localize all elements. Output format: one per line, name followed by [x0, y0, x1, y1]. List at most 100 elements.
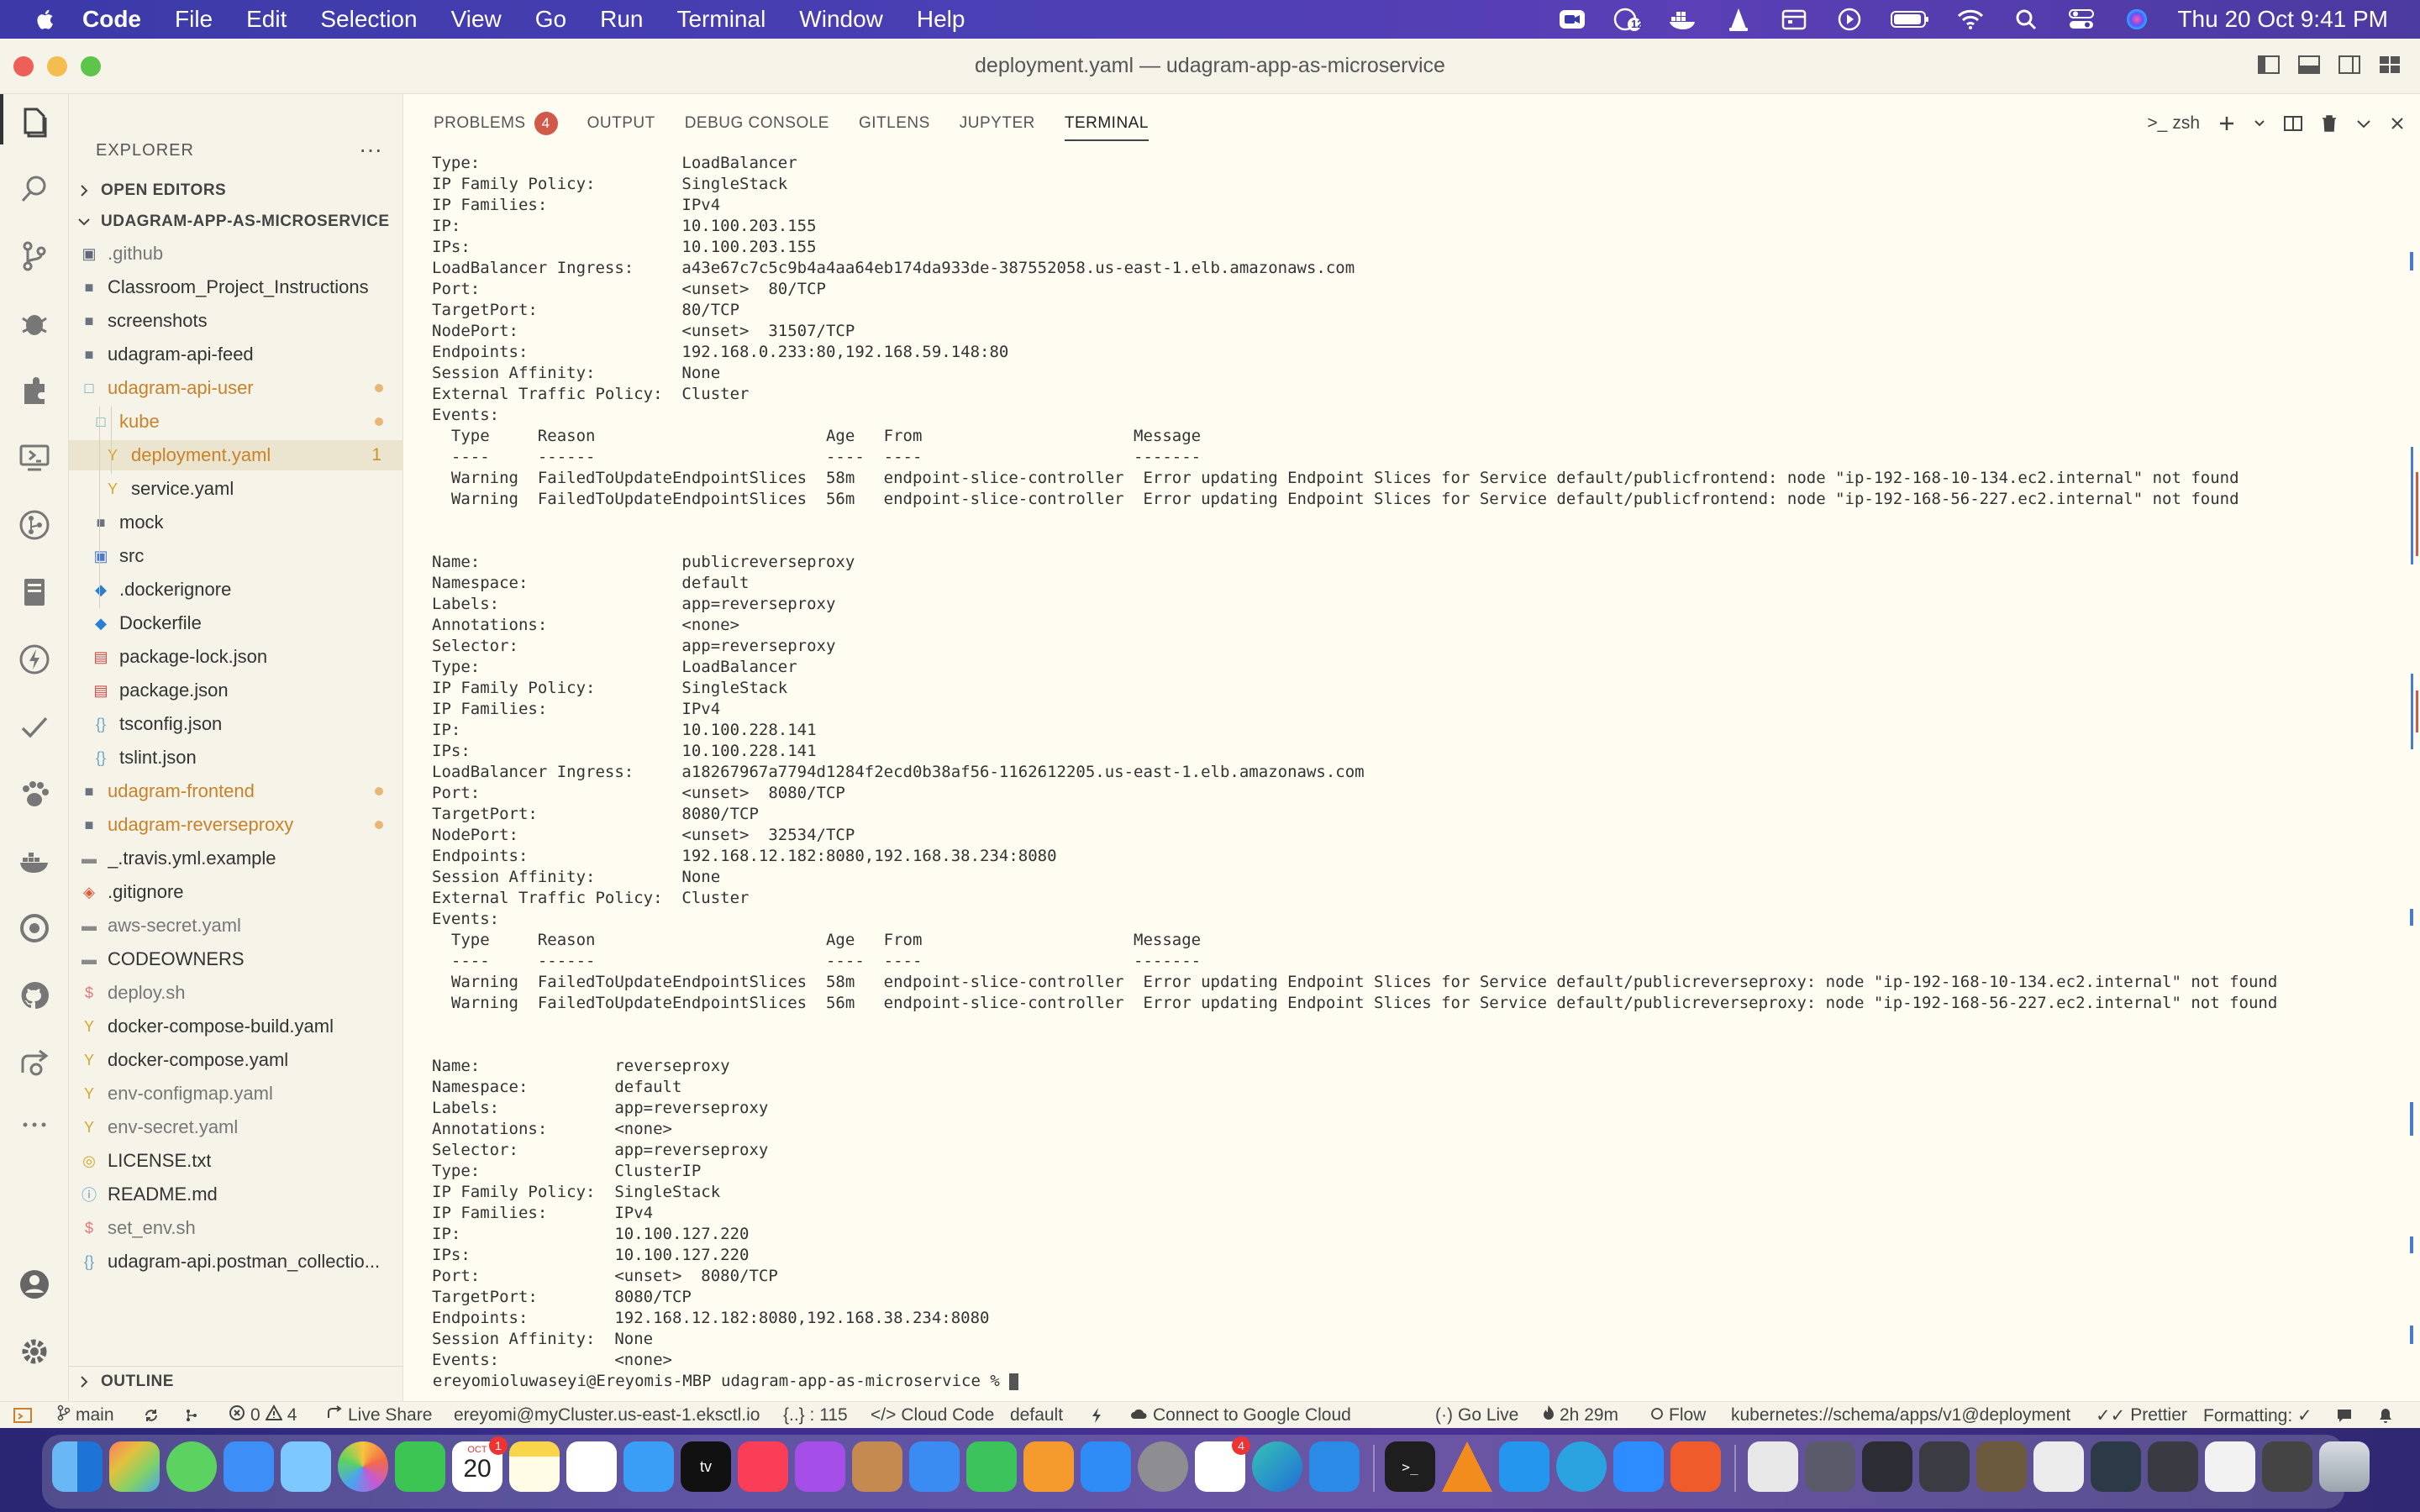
close-panel-icon[interactable]: [2390, 111, 2405, 136]
remote-indicator-icon[interactable]: [13, 1404, 32, 1426]
feedback-icon[interactable]: [2336, 1404, 2353, 1426]
photos-icon[interactable]: [338, 1441, 388, 1492]
calendar-tray-icon[interactable]: [1779, 7, 1809, 32]
edge-icon[interactable]: [1252, 1441, 1302, 1492]
file-tree-item[interactable]: ▣ src: [69, 541, 403, 571]
trash-icon[interactable]: [2319, 1441, 2370, 1492]
music-icon[interactable]: [738, 1441, 788, 1492]
file-tree-item[interactable]: ▬ _.travis.yml.example: [69, 843, 403, 874]
menu-window[interactable]: Window: [799, 6, 883, 33]
file-tree-item[interactable]: {} tsconfig.json: [69, 709, 403, 739]
kill-terminal-trash-icon[interactable]: [2321, 111, 2338, 136]
live-share-icon[interactable]: [17, 1045, 52, 1080]
terminal-shell-selector[interactable]: >_ zsh: [2147, 111, 2200, 136]
file-tree-item[interactable]: □ kube: [69, 407, 403, 437]
document-stack-icon[interactable]: [1748, 1441, 1798, 1492]
jupyter-icon[interactable]: [17, 575, 52, 610]
window-thumbnail-icon[interactable]: [2205, 1441, 2255, 1492]
toggle-secondary-sidebar-icon[interactable]: [2338, 54, 2361, 76]
siri-icon[interactable]: [2122, 7, 2152, 32]
file-tree-item[interactable]: ▬ CODEOWNERS: [69, 944, 403, 974]
file-tree-item[interactable]: ⓘ README.md: [69, 1179, 403, 1210]
postman-icon[interactable]: [1670, 1441, 1721, 1492]
search-icon[interactable]: [17, 171, 52, 207]
go-live-status[interactable]: (·) Go Live: [1435, 1404, 1518, 1426]
tab-debug-console[interactable]: DEBUG CONSOLE: [685, 94, 829, 153]
flow-status[interactable]: Flow: [1650, 1404, 1706, 1426]
open-editors-section[interactable]: OPEN EDITORS: [77, 181, 226, 200]
window-thumbnail-icon[interactable]: [1976, 1441, 2027, 1492]
toggle-primary-sidebar-icon[interactable]: [2257, 54, 2281, 76]
apple-menu-icon[interactable]: [32, 6, 55, 33]
file-tree-item[interactable]: Ydeployment.yaml 1: [69, 440, 403, 470]
contacts-icon[interactable]: [852, 1441, 902, 1492]
testing-icon[interactable]: [17, 709, 52, 744]
problems-status[interactable]: 0 4: [229, 1404, 297, 1426]
keynote-icon[interactable]: [909, 1441, 960, 1492]
terminal-app-icon[interactable]: >_: [1385, 1441, 1435, 1492]
outline-section[interactable]: OUTLINE: [77, 1373, 174, 1391]
launchpad-icon[interactable]: [109, 1441, 160, 1492]
finder-icon[interactable]: [52, 1441, 103, 1492]
window-thumbnail-icon[interactable]: [1862, 1441, 1912, 1492]
git-graph-icon[interactable]: [183, 1404, 200, 1426]
calendar-icon[interactable]: OCT 20 1: [452, 1436, 508, 1492]
window-thumbnail-icon[interactable]: [2148, 1441, 2198, 1492]
file-tree-item[interactable]: ◎ LICENSE.txt: [69, 1146, 403, 1176]
notes-icon[interactable]: [509, 1441, 560, 1492]
file-tree-item[interactable]: ▤ package-lock.json: [69, 642, 403, 672]
kubernetes-cluster-status[interactable]: ereyomi@myCluster.us-east-1.eksctl.io: [454, 1404, 760, 1426]
spotlight-search-icon[interactable]: [2011, 7, 2041, 32]
sync-icon[interactable]: [143, 1404, 160, 1426]
formatting-status[interactable]: Formatting: ✓: [2203, 1404, 2312, 1426]
mail-icon[interactable]: [224, 1441, 274, 1492]
maximize-panel-chevron-icon[interactable]: [2356, 111, 2371, 136]
file-tree-item[interactable]: ■ udagram-frontend: [69, 776, 403, 806]
file-tree-item[interactable]: ▬ aws-secret.yaml: [69, 911, 403, 941]
file-tree-item[interactable]: Ydocker-compose-build.yaml: [69, 1011, 403, 1042]
source-control-icon[interactable]: [17, 239, 52, 274]
prettier-status[interactable]: ✓✓ Prettier: [2096, 1404, 2187, 1426]
system-preferences-icon[interactable]: [1138, 1441, 1188, 1492]
file-tree-item[interactable]: ◈ .gitignore: [69, 877, 403, 907]
control-center-icon[interactable]: [2066, 7, 2096, 32]
menu-edit[interactable]: Edit: [246, 6, 287, 33]
maps-icon[interactable]: [281, 1441, 331, 1492]
docker-tray-icon[interactable]: [1668, 7, 1698, 32]
battery-icon[interactable]: [1890, 7, 1930, 32]
manage-gear-icon[interactable]: [17, 1334, 52, 1369]
more-actions-icon[interactable]: ···: [359, 136, 382, 163]
wifi-icon[interactable]: [1955, 7, 1986, 32]
google-cloud-status[interactable]: Connect to Google Cloud: [1129, 1404, 1351, 1426]
accounts-icon[interactable]: [17, 1267, 52, 1302]
menu-file[interactable]: File: [175, 6, 213, 33]
apple-tv-icon[interactable]: tv: [681, 1441, 731, 1492]
file-tree-item[interactable]: Ydocker-compose.yaml: [69, 1045, 403, 1075]
file-tree-item[interactable]: $ set_env.sh: [69, 1213, 403, 1243]
project-section[interactable]: UDAGRAM-APP-AS-MICROSERVICE: [77, 213, 390, 231]
pets-icon[interactable]: [17, 776, 52, 811]
file-tree-item[interactable]: ▤ package.json: [69, 675, 403, 706]
docker-app-icon[interactable]: [1499, 1441, 1549, 1492]
reminders-icon[interactable]: [566, 1441, 617, 1492]
file-tree-item[interactable]: Yenv-secret.yaml: [69, 1112, 403, 1142]
explorer-icon[interactable]: [17, 104, 52, 139]
file-tree-item[interactable]: ■ screenshots: [69, 306, 403, 336]
run-debug-icon[interactable]: [17, 306, 52, 341]
terminal-output[interactable]: Type: LoadBalancer IP Family Policy: Sing…: [432, 153, 2381, 1393]
window-thumbnail-icon[interactable]: [2033, 1441, 2084, 1492]
menu-help[interactable]: Help: [917, 6, 965, 33]
menu-run[interactable]: Run: [600, 6, 643, 33]
gitlens-icon[interactable]: [17, 507, 52, 543]
menu-go[interactable]: Go: [535, 6, 566, 33]
time-tracker-status[interactable]: 2h 29m: [1543, 1404, 1618, 1426]
app-menu[interactable]: Code: [82, 6, 141, 33]
file-tree-item[interactable]: $ deploy.sh: [69, 978, 403, 1008]
tab-gitlens[interactable]: GITLENS: [859, 94, 930, 153]
window-thumbnail-icon[interactable]: [1919, 1441, 1970, 1492]
cloud-code-status[interactable]: </> Cloud Code: [871, 1404, 994, 1426]
safari-icon[interactable]: [623, 1441, 674, 1492]
docker-icon[interactable]: [17, 843, 52, 879]
cloud-code-icon[interactable]: [17, 911, 52, 946]
messages-icon[interactable]: [166, 1441, 217, 1492]
